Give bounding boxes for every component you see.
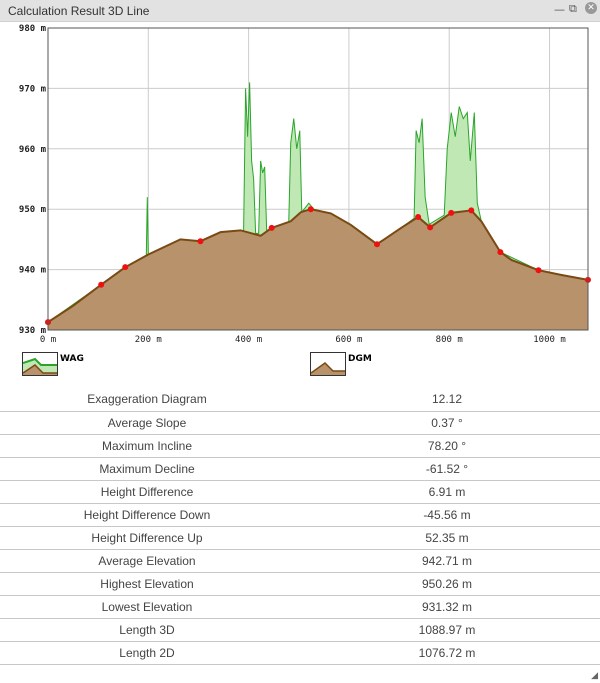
stat-label: Average Slope xyxy=(0,411,294,435)
y-tick-label: 940 m xyxy=(19,266,47,276)
legend-dgm: DGM xyxy=(310,352,372,376)
profile-marker xyxy=(307,206,314,213)
stat-value: 931.32 m xyxy=(294,595,600,619)
x-tick-label: 800 m xyxy=(436,335,463,345)
statistics-table: Exaggeration Diagram 12.12 Average Slope 0.… xyxy=(0,388,600,665)
stat-value: 12.12 xyxy=(294,388,600,412)
stat-label: Height Difference xyxy=(0,480,294,504)
stat-value: 78.20 ° xyxy=(294,434,600,458)
stat-row: Highest Elevation 950.26 m xyxy=(0,572,600,596)
legend-label-dgm: DGM xyxy=(348,354,372,364)
wag-legend-icon xyxy=(22,352,58,376)
resize-grip-icon[interactable]: ◢ xyxy=(591,671,598,681)
stat-label: Highest Elevation xyxy=(0,572,294,596)
profile-marker xyxy=(468,207,475,214)
stat-label: Average Elevation xyxy=(0,549,294,573)
stat-row: Exaggeration Diagram 12.12 xyxy=(0,388,600,412)
x-tick-label: 0 m xyxy=(40,335,56,345)
stat-label: Length 3D xyxy=(0,618,294,642)
x-tick-label: 200 m xyxy=(135,335,162,345)
profile-marker xyxy=(415,214,422,221)
close-icon[interactable]: ✕ xyxy=(585,2,597,14)
profile-marker xyxy=(268,224,275,231)
profile-marker xyxy=(98,281,105,288)
window-title: Calculation Result 3D Line xyxy=(8,4,150,18)
restore-icon[interactable]: ⧉ xyxy=(569,2,577,16)
stat-row: Maximum Decline -61.52 ° xyxy=(0,457,600,481)
elevation-profile-chart: 0 m 200 m 400 m 600 m 800 m 1000 m 930 m 940 m 9… xyxy=(19,24,591,345)
stat-row: Length 2D 1076.72 m xyxy=(0,641,600,665)
stat-value: 6.91 m xyxy=(294,480,600,504)
stat-value: -61.52 ° xyxy=(294,457,600,481)
legend-wag: WAG xyxy=(22,352,84,376)
y-tick-label: 950 m xyxy=(19,205,47,215)
dgm-legend-icon xyxy=(310,352,346,376)
legend-label-wag: WAG xyxy=(60,354,84,364)
stat-value: -45.56 m xyxy=(294,503,600,527)
stat-row: Height Difference 6.91 m xyxy=(0,480,600,504)
stat-label: Lowest Elevation xyxy=(0,595,294,619)
stat-label: Exaggeration Diagram xyxy=(0,388,294,412)
title-bar: Calculation Result 3D Line — ⧉ ✕ xyxy=(0,0,600,22)
profile-marker xyxy=(448,209,455,216)
x-tick-label: 1000 m xyxy=(533,335,566,345)
x-tick-label: 600 m xyxy=(335,335,362,345)
stat-value: 1076.72 m xyxy=(294,641,600,665)
profile-marker xyxy=(535,267,542,274)
profile-marker xyxy=(427,224,434,231)
stat-label: Maximum Decline xyxy=(0,457,294,481)
profile-marker xyxy=(373,241,380,248)
stat-label: Length 2D xyxy=(0,641,294,665)
y-tick-label: 960 m xyxy=(19,145,47,155)
profile-marker xyxy=(197,238,204,245)
stat-value: 0.37 ° xyxy=(294,411,600,435)
stat-row: Maximum Incline 78.20 ° xyxy=(0,434,600,458)
stat-row: Length 3D 1088.97 m xyxy=(0,618,600,642)
stat-value: 950.26 m xyxy=(294,572,600,596)
profile-marker xyxy=(122,264,129,271)
stat-row: Height Difference Up 52.35 m xyxy=(0,526,600,550)
stat-label: Height Difference Up xyxy=(0,526,294,550)
stat-row: Lowest Elevation 931.32 m xyxy=(0,595,600,619)
stat-value: 942.71 m xyxy=(294,549,600,573)
stat-value: 1088.97 m xyxy=(294,618,600,642)
y-tick-label: 930 m xyxy=(19,326,47,336)
stat-row: Average Slope 0.37 ° xyxy=(0,411,600,435)
y-tick-label: 980 m xyxy=(19,24,47,34)
stat-value: 52.35 m xyxy=(294,526,600,550)
stat-row: Average Elevation 942.71 m xyxy=(0,549,600,573)
y-tick-label: 970 m xyxy=(19,84,47,94)
minimize-icon[interactable]: — xyxy=(554,3,565,16)
stat-label: Height Difference Down xyxy=(0,503,294,527)
profile-marker xyxy=(497,249,504,256)
stat-row: Height Difference Down -45.56 m xyxy=(0,503,600,527)
x-tick-label: 400 m xyxy=(235,335,262,345)
stat-label: Maximum Incline xyxy=(0,434,294,458)
